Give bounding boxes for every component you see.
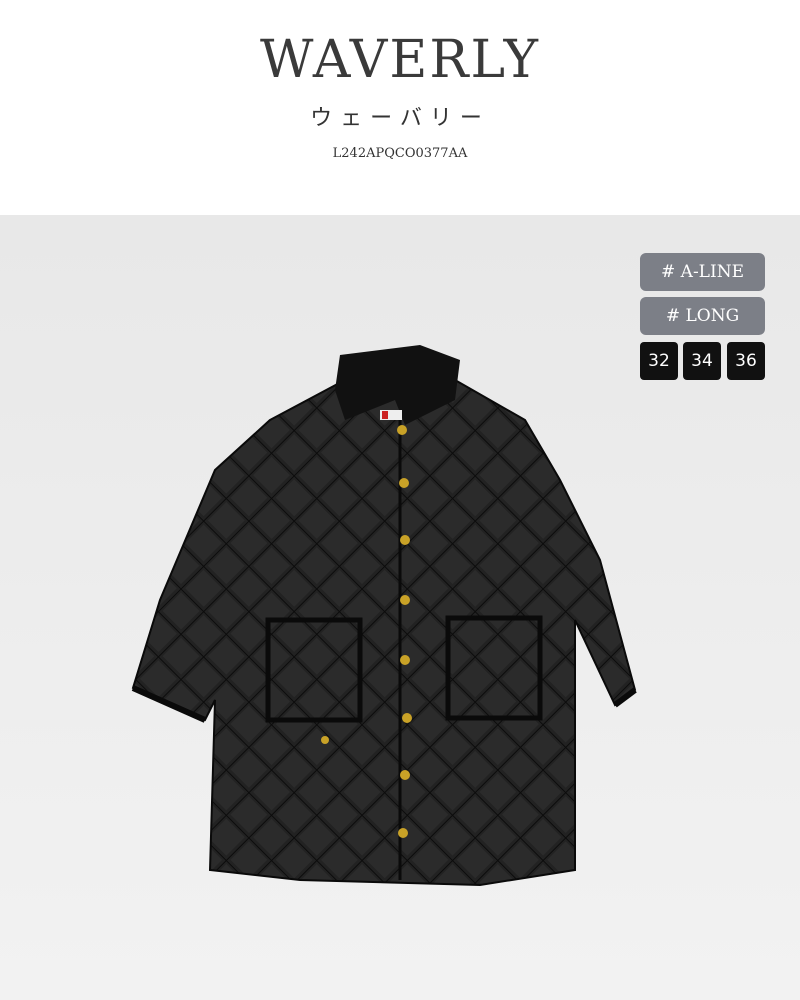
tag-long[interactable]: # LONG bbox=[640, 297, 765, 335]
product-header: WAVERLY ウェーバリー L242APQCO0377AA bbox=[0, 0, 800, 215]
product-code: L242APQCO0377AA bbox=[332, 146, 468, 161]
product-subtitle-katakana: ウェーバリー bbox=[310, 106, 490, 131]
size-32: 32 bbox=[640, 342, 678, 380]
size-36: 36 bbox=[727, 342, 765, 380]
product-title: WAVERLY bbox=[259, 30, 541, 90]
tag-a-line[interactable]: # A-LINE bbox=[640, 253, 765, 291]
product-photo: # A-LINE # LONG 32 34 36 bbox=[0, 215, 800, 1000]
size-34: 34 bbox=[683, 342, 721, 380]
